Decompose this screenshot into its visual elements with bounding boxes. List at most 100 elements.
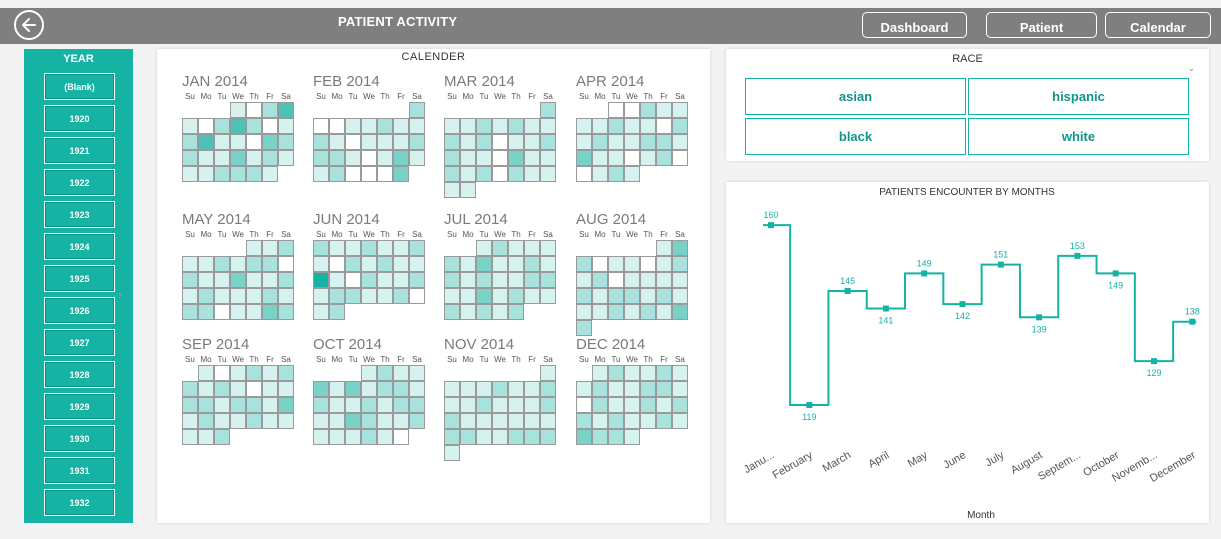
calendar-day-cell[interactable] [608,118,624,134]
calendar-day-cell[interactable] [361,166,377,182]
calendar-day-cell[interactable] [576,166,592,182]
calendar-day-cell[interactable] [476,240,492,256]
calendar-day-cell[interactable] [672,288,688,304]
calendar-day-cell[interactable] [182,134,198,150]
calendar-day-cell[interactable] [345,429,361,445]
calendar-day-cell[interactable] [377,240,393,256]
calendar-day-cell[interactable] [624,272,640,288]
calendar-day-cell[interactable] [492,288,508,304]
year-item-1929[interactable]: 1929 [44,393,115,420]
calendar-day-cell[interactable] [313,118,329,134]
calendar-day-cell[interactable] [672,397,688,413]
calendar-day-cell[interactable] [492,304,508,320]
calendar-day-cell[interactable] [230,304,246,320]
calendar-day-cell[interactable] [460,429,476,445]
calendar-day-cell[interactable] [345,272,361,288]
calendar-day-cell[interactable] [262,118,278,134]
calendar-day-cell[interactable] [508,240,524,256]
calendar-day-cell[interactable] [345,240,361,256]
data-point[interactable] [1112,270,1119,277]
calendar-day-cell[interactable] [230,134,246,150]
calendar-day-cell[interactable] [393,118,409,134]
calendar-day-cell[interactable] [476,429,492,445]
calendar-day-cell[interactable] [524,118,540,134]
year-item-1923[interactable]: 1923 [44,201,115,228]
calendar-day-cell[interactable] [409,413,425,429]
calendar-day-cell[interactable] [592,397,608,413]
year-item-1932[interactable]: 1932 [44,489,115,516]
calendar-day-cell[interactable] [492,272,508,288]
calendar-day-cell[interactable] [624,429,640,445]
calendar-day-cell[interactable] [524,240,540,256]
calendar-day-cell[interactable] [214,272,230,288]
calendar-day-cell[interactable] [393,150,409,166]
calendar-day-cell[interactable] [540,166,556,182]
calendar-day-cell[interactable] [214,150,230,166]
calendar-day-cell[interactable] [672,150,688,166]
calendar-day-cell[interactable] [608,288,624,304]
calendar-day-cell[interactable] [540,365,556,381]
calendar-day-cell[interactable] [262,413,278,429]
calendar-day-cell[interactable] [377,365,393,381]
calendar-day-cell[interactable] [508,134,524,150]
calendar-day-cell[interactable] [262,272,278,288]
calendar-day-cell[interactable] [278,134,294,150]
calendar-day-cell[interactable] [214,304,230,320]
calendar-day-cell[interactable] [278,150,294,166]
calendar-day-cell[interactable] [377,118,393,134]
calendar-day-cell[interactable] [656,365,672,381]
calendar-day-cell[interactable] [246,118,262,134]
calendar-day-cell[interactable] [576,150,592,166]
calendar-day-cell[interactable] [672,365,688,381]
calendar-day-cell[interactable] [409,118,425,134]
calendar-day-cell[interactable] [377,272,393,288]
data-point[interactable] [844,287,851,294]
calendar-day-cell[interactable] [278,102,294,118]
calendar-day-cell[interactable] [608,102,624,118]
calendar-day-cell[interactable] [592,256,608,272]
calendar-day-cell[interactable] [672,102,688,118]
calendar-day-cell[interactable] [214,397,230,413]
calendar-day-cell[interactable] [230,150,246,166]
calendar-day-cell[interactable] [624,381,640,397]
calendar-day-cell[interactable] [592,304,608,320]
calendar-day-cell[interactable] [640,365,656,381]
year-item-1928[interactable]: 1928 [44,361,115,388]
calendar-day-cell[interactable] [393,365,409,381]
calendar-day-cell[interactable] [460,134,476,150]
calendar-day-cell[interactable] [214,118,230,134]
calendar-day-cell[interactable] [576,288,592,304]
calendar-day-cell[interactable] [198,150,214,166]
calendar-day-cell[interactable] [492,166,508,182]
calendar-day-cell[interactable] [182,150,198,166]
calendar-day-cell[interactable] [592,429,608,445]
calendar-day-cell[interactable] [672,381,688,397]
calendar-day-cell[interactable] [624,413,640,429]
calendar-day-cell[interactable] [361,413,377,429]
calendar-day-cell[interactable] [361,240,377,256]
calendar-day-cell[interactable] [592,166,608,182]
calendar-day-cell[interactable] [361,134,377,150]
calendar-day-cell[interactable] [313,413,329,429]
calendar-day-cell[interactable] [640,102,656,118]
calendar-day-cell[interactable] [313,272,329,288]
chevron-down-icon[interactable]: ⌄ [1187,63,1195,74]
calendar-day-cell[interactable] [444,445,460,461]
calendar-day-cell[interactable] [409,134,425,150]
calendar-day-cell[interactable] [608,365,624,381]
calendar-day-cell[interactable] [393,413,409,429]
calendar-day-cell[interactable] [576,256,592,272]
calendar-day-cell[interactable] [262,102,278,118]
calendar-day-cell[interactable] [377,256,393,272]
calendar-day-cell[interactable] [460,272,476,288]
calendar-day-cell[interactable] [624,134,640,150]
calendar-day-cell[interactable] [230,256,246,272]
calendar-day-cell[interactable] [230,166,246,182]
calendar-day-cell[interactable] [592,365,608,381]
calendar-day-cell[interactable] [640,150,656,166]
calendar-day-cell[interactable] [640,272,656,288]
calendar-day-cell[interactable] [672,134,688,150]
calendar-day-cell[interactable] [444,381,460,397]
calendar-day-cell[interactable] [198,429,214,445]
calendar-day-cell[interactable] [377,429,393,445]
